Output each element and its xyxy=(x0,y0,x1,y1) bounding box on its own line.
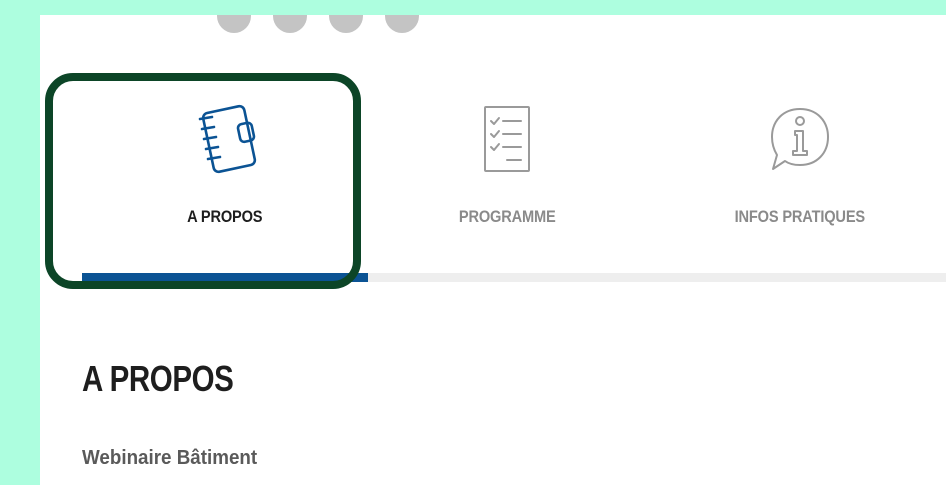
dot-1[interactable] xyxy=(217,15,251,33)
dot-2[interactable] xyxy=(273,15,307,33)
content-panel: A PROPOS PROGRAMME INFOS PRATIQUES A PRO… xyxy=(40,15,946,485)
slider-dots xyxy=(217,15,419,33)
notebook-icon xyxy=(198,104,257,174)
tab-label-infos-pratiques: INFOS PRATIQUES xyxy=(734,207,866,226)
dot-3[interactable] xyxy=(329,15,363,33)
tab-infos-pratiques[interactable]: INFOS PRATIQUES xyxy=(700,103,900,253)
dot-4[interactable] xyxy=(385,15,419,33)
tab-a-propos[interactable]: A PROPOS xyxy=(150,103,300,253)
tab-label-programme: PROGRAMME xyxy=(458,207,556,226)
section-title: A PROPOS xyxy=(82,358,234,399)
tab-active-indicator xyxy=(82,273,368,282)
checklist-icon xyxy=(484,106,530,172)
tab-label-a-propos: A PROPOS xyxy=(187,207,263,226)
section-subtitle: Webinaire Bâtiment xyxy=(82,447,258,469)
tab-programme[interactable]: PROGRAMME xyxy=(432,103,582,253)
info-bubble-icon xyxy=(771,108,829,170)
